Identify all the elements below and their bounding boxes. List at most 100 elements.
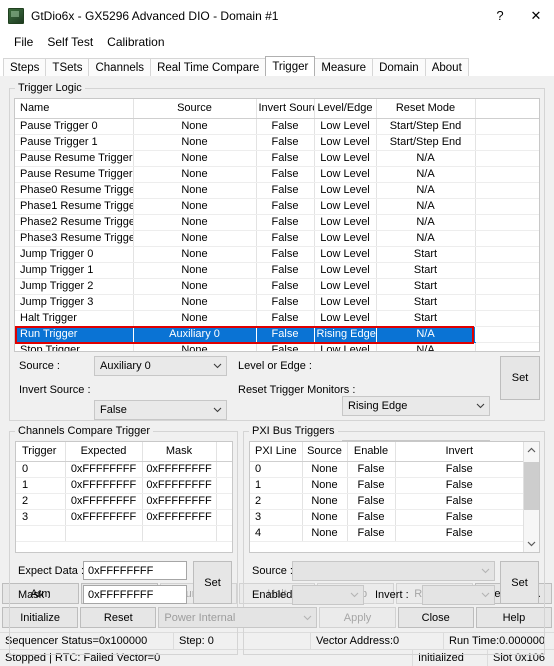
column-header-mask[interactable]: Mask [142, 442, 217, 462]
pxi-cell-line: 3 [250, 509, 303, 526]
trigger-cell-level-edge: Low Level [314, 182, 377, 199]
tab-domain[interactable]: Domain [372, 58, 426, 76]
table-row[interactable]: Phase1 Resume Trigger None False Low Level N… [15, 198, 539, 215]
table-row[interactable]: Jump Trigger 2 None False Low Level Start [15, 278, 539, 295]
column-header-source[interactable]: Source [302, 442, 348, 462]
table-row[interactable]: Stop Trigger None False Low Level N/A [15, 342, 539, 351]
tab-real-time-compare[interactable]: Real Time Compare [150, 58, 267, 76]
column-header-level-edge[interactable]: Level/Edge [314, 99, 377, 119]
table-row[interactable]: 1 None False False [250, 477, 523, 494]
table-row[interactable]: 0 0xFFFFFFFF 0xFFFFFFFF [16, 461, 232, 478]
trigger-cell-invert-source: False [256, 150, 315, 167]
table-row[interactable]: Phase2 Resume Trigger None False Low Level N… [15, 214, 539, 231]
table-row[interactable]: Run Trigger Auxiliary 0 False Rising Edge N/… [15, 326, 539, 343]
pxi-cell-source: None [302, 525, 348, 542]
table-row[interactable]: Phase3 Resume Trigger None False Low Level N… [15, 230, 539, 247]
trigger-logic-table-container[interactable]: Name Source Invert Source Level/Edge Res… [14, 98, 540, 352]
scroll-down-button[interactable] [524, 536, 539, 552]
column-header-enable[interactable]: Enable [347, 442, 396, 462]
table-row[interactable]: Halt Trigger None False Low Level Start [15, 310, 539, 327]
column-header-name[interactable]: Name [15, 99, 134, 119]
pxi-cell-enable: False [347, 477, 396, 494]
table-row[interactable]: Jump Trigger 0 None False Low Level Start [15, 246, 539, 263]
pxi-bus-scrollbar[interactable] [523, 442, 539, 552]
source-dropdown-value: Auxiliary 0 [100, 360, 151, 372]
table-header-row: Name Source Invert Source Level/Edge Res… [15, 99, 539, 119]
help-button[interactable]: ? [482, 0, 518, 31]
table-row[interactable]: Pause Resume Trigger 1 None False Low Level… [15, 166, 539, 183]
compare-cell-empty [216, 525, 232, 542]
trigger-cell-source: None [133, 134, 257, 151]
trigger-cell-blank [475, 246, 539, 263]
menu-item-self-test[interactable]: Self Test [40, 33, 100, 51]
column-header-pxi-line[interactable]: PXI Line [250, 442, 303, 462]
compare-cell-blank [216, 477, 232, 494]
compare-cell-mask: 0xFFFFFFFF [142, 509, 217, 526]
trigger-cell-name: Phase3 Resume Trigger [15, 230, 134, 247]
table-row[interactable]: 2 None False False [250, 493, 523, 510]
column-header-reset-mode[interactable]: Reset Mode [376, 99, 476, 119]
mask-input[interactable]: 0xFFFFFFFF [83, 585, 187, 604]
channels-compare-table-container[interactable]: Trigger Expected Mask 0 0xFFFFFFFF 0xFFFFF… [15, 441, 233, 553]
table-row[interactable]: 3 0xFFFFFFFF 0xFFFFFFFF [16, 509, 232, 526]
column-header-trigger[interactable]: Trigger [16, 442, 66, 462]
scrollbar-thumb[interactable] [524, 462, 539, 510]
tab-steps[interactable]: Steps [3, 58, 47, 76]
tab-measure[interactable]: Measure [314, 58, 374, 76]
channels-compare-table-body: 0 0xFFFFFFFF 0xFFFFFFFF 1 0xFFFFFFFF 0xFFFFFF… [16, 461, 232, 542]
expect-data-input[interactable]: 0xFFFFFFFF [83, 561, 187, 580]
channels-compare-set-button[interactable]: Set [193, 561, 232, 604]
table-row[interactable]: 0 None False False [250, 461, 523, 478]
invert-source-dropdown[interactable]: False [94, 400, 227, 420]
compare-cell-expected: 0xFFFFFFFF [65, 461, 143, 478]
compare-cell-trigger: 3 [16, 509, 66, 526]
tab-channels[interactable]: Channels [88, 58, 152, 76]
column-header-source[interactable]: Source [133, 99, 257, 119]
trigger-cell-name: Phase2 Resume Trigger [15, 214, 134, 231]
column-header-invert[interactable]: Invert [395, 442, 523, 462]
trigger-logic-set-button[interactable]: Set [500, 356, 540, 400]
table-row[interactable]: Jump Trigger 3 None False Low Level Start [15, 294, 539, 311]
column-header-invert-source[interactable]: Invert Source [256, 99, 315, 119]
pxi-bus-set-button[interactable]: Set [500, 561, 539, 604]
table-row[interactable]: 3 None False False [250, 509, 523, 526]
invert-source-dropdown-value: False [100, 404, 127, 416]
pxi-enabled-dropdown [292, 585, 364, 605]
trigger-cell-source: None [133, 342, 257, 351]
table-header-row: Trigger Expected Mask [16, 442, 232, 462]
pxi-cell-enable: False [347, 493, 396, 510]
tab-tsets[interactable]: TSets [45, 58, 90, 76]
table-row[interactable]: Phase0 Resume Trigger None False Low Level N… [15, 182, 539, 199]
pxi-bus-table-container[interactable]: PXI Line Source Enable Invert 0 None False… [249, 441, 540, 553]
tab-about[interactable]: About [424, 58, 469, 76]
table-row[interactable]: 4 None False False [250, 525, 523, 542]
menu-item-calibration[interactable]: Calibration [100, 33, 171, 51]
invert-source-label: Invert Source : [19, 384, 91, 396]
source-dropdown[interactable]: Auxiliary 0 [94, 356, 227, 376]
column-header-expected[interactable]: Expected [65, 442, 143, 462]
table-row[interactable]: Pause Trigger 0 None False Low Level Start/S… [15, 118, 539, 135]
chevron-down-icon [299, 615, 316, 621]
scroll-up-button[interactable] [524, 442, 539, 458]
close-button[interactable]: ✕ [518, 0, 554, 31]
table-row[interactable]: Pause Trigger 1 None False Low Level Start/S… [15, 134, 539, 151]
trigger-cell-reset-mode: N/A [376, 326, 476, 343]
trigger-cell-invert-source: False [256, 230, 315, 247]
trigger-cell-reset-mode: Start/Step End [376, 134, 476, 151]
pxi-source-dropdown [292, 561, 495, 581]
menu-item-file[interactable]: File [7, 33, 40, 51]
pxi-bus-table: PXI Line Source Enable Invert 0 None False… [250, 442, 523, 542]
table-row[interactable]: 2 0xFFFFFFFF 0xFFFFFFFF [16, 493, 232, 510]
pxi-invert-dropdown [422, 585, 495, 605]
trigger-cell-level-edge: Low Level [314, 214, 377, 231]
pxi-cell-invert: False [395, 461, 523, 478]
table-row[interactable]: Pause Resume Trigger 0 None False Low Level… [15, 150, 539, 167]
scrollbar-track[interactable] [524, 458, 539, 536]
channels-compare-legend: Channels Compare Trigger [18, 425, 151, 437]
tab-trigger[interactable]: Trigger [265, 56, 316, 76]
level-or-edge-dropdown[interactable]: Rising Edge [342, 396, 490, 416]
table-row[interactable]: 1 0xFFFFFFFF 0xFFFFFFFF [16, 477, 232, 494]
trigger-cell-blank [475, 182, 539, 199]
table-row[interactable]: Jump Trigger 1 None False Low Level Start [15, 262, 539, 279]
trigger-cell-blank [475, 326, 539, 343]
